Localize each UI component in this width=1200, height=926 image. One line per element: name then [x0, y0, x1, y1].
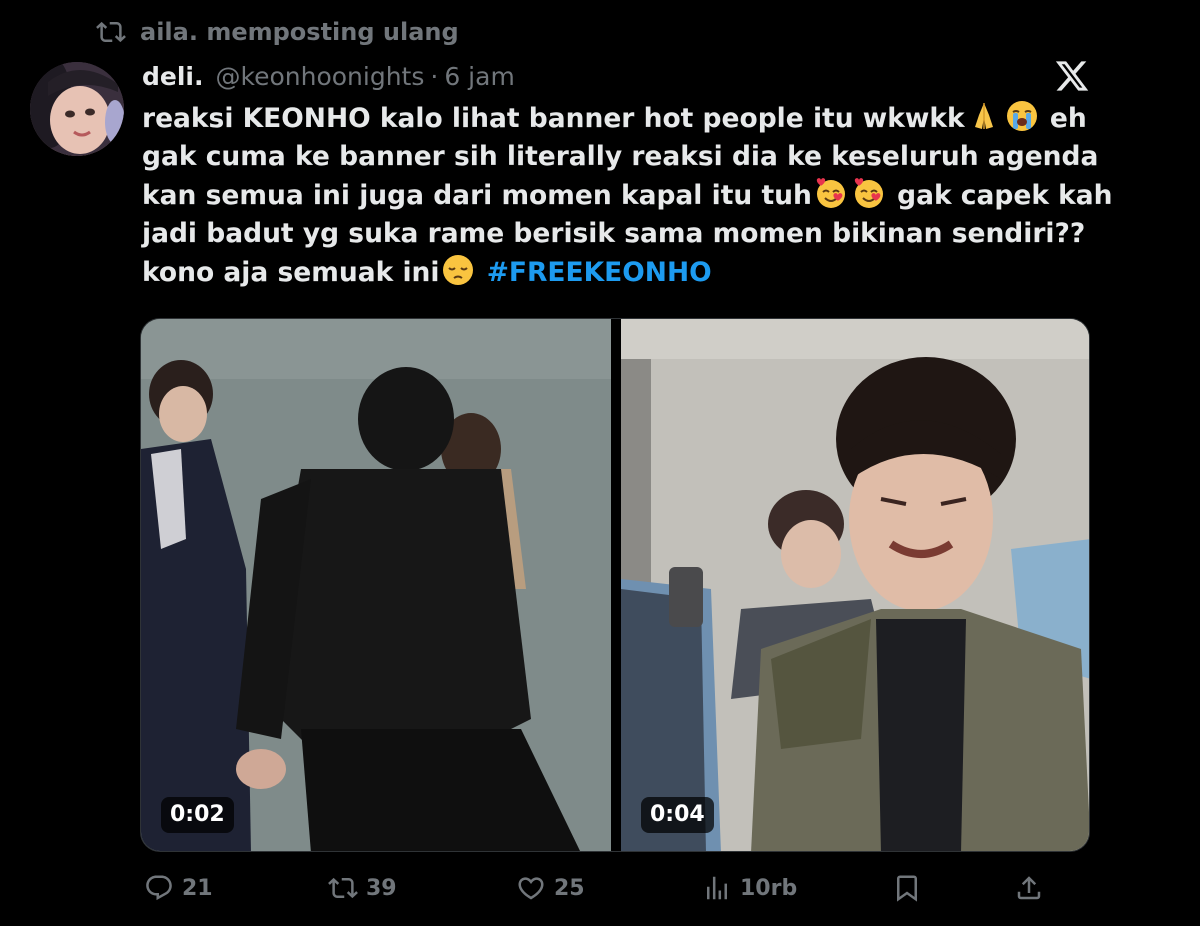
tweet-header: deli. @keonhoonights · 6 jam	[142, 56, 515, 96]
tweet-line-5: kono aja semuak ini #FREEKEONHO	[142, 253, 1102, 292]
repost-banner[interactable]: aila. memposting ulang	[94, 14, 459, 50]
tweet-line-1-end: eh	[1049, 103, 1087, 134]
pensive-face-emoji-icon	[443, 255, 474, 286]
share-icon	[1017, 876, 1041, 900]
author-display-name[interactable]: deli.	[142, 62, 204, 91]
tweet-line-3-end: gak capek kah	[897, 180, 1113, 212]
tweet-timestamp[interactable]: 6 jam	[444, 62, 514, 91]
like-count: 25	[554, 875, 585, 901]
reply-count: 21	[182, 875, 213, 901]
video-thumbnail-1[interactable]: 0:02	[141, 319, 611, 851]
repost-action-icon	[328, 877, 358, 899]
bookmark-icon	[897, 875, 917, 902]
heart-icon	[518, 877, 544, 900]
reply-icon	[146, 875, 172, 901]
tweet-line-5-text: kono aja semuak ini	[142, 257, 440, 289]
video-duration-badge-1: 0:02	[161, 797, 234, 833]
tweet-line-3: kan semua ini juga dari momen kapal itu …	[142, 176, 1113, 215]
tweet-text: reaksi KEONHO kalo lihat banner hot peop…	[142, 99, 1113, 292]
media-grid: 0:02 0:04	[140, 318, 1090, 852]
repost-icon	[96, 21, 126, 43]
video-duration-badge-2: 0:04	[641, 797, 714, 833]
views-chart-icon	[707, 876, 727, 900]
tweet-action-bar: 21 39 25 10rb	[140, 866, 1050, 910]
smiling-face-with-hearts-emoji-icon	[854, 178, 883, 209]
bookmark-button[interactable]	[892, 866, 930, 910]
smiling-face-with-hearts-emoji-icon	[816, 178, 845, 209]
header-separator: ·	[430, 61, 439, 91]
video-1-frame	[141, 319, 611, 851]
hashtag-link[interactable]: #FREEKEONHO	[487, 257, 712, 288]
repost-count: 39	[366, 875, 397, 901]
repost-banner-text: aila. memposting ulang	[140, 18, 459, 46]
views-button[interactable]: 10rb	[702, 866, 797, 910]
tweet-line-4: jadi badut yg suka rame berisik sama mom…	[142, 217, 1086, 249]
avatar[interactable]	[30, 62, 124, 156]
folded-hands-emoji-icon	[974, 103, 993, 129]
video-2-frame	[621, 319, 1089, 851]
tweet-line-2: gak cuma ke banner sih literally reaksi …	[142, 140, 1099, 172]
tweet-line-1-text: reaksi KEONHO kalo lihat banner hot peop…	[142, 103, 965, 134]
reply-button[interactable]: 21	[144, 866, 213, 910]
tweet-line-1: reaksi KEONHO kalo lihat banner hot peop…	[142, 99, 1102, 138]
video-thumbnail-2[interactable]: 0:04	[621, 319, 1089, 851]
repost-button[interactable]: 39	[328, 866, 397, 910]
views-count: 10rb	[740, 875, 798, 901]
x-logo-icon[interactable]	[1054, 58, 1090, 94]
author-handle[interactable]: @keonhoonights	[216, 62, 425, 91]
loudly-crying-emoji-icon	[1006, 101, 1037, 131]
share-button[interactable]	[1014, 866, 1052, 910]
like-button[interactable]: 25	[516, 866, 585, 910]
tweet-line-3-text: kan semua ini juga dari momen kapal itu …	[142, 180, 812, 212]
